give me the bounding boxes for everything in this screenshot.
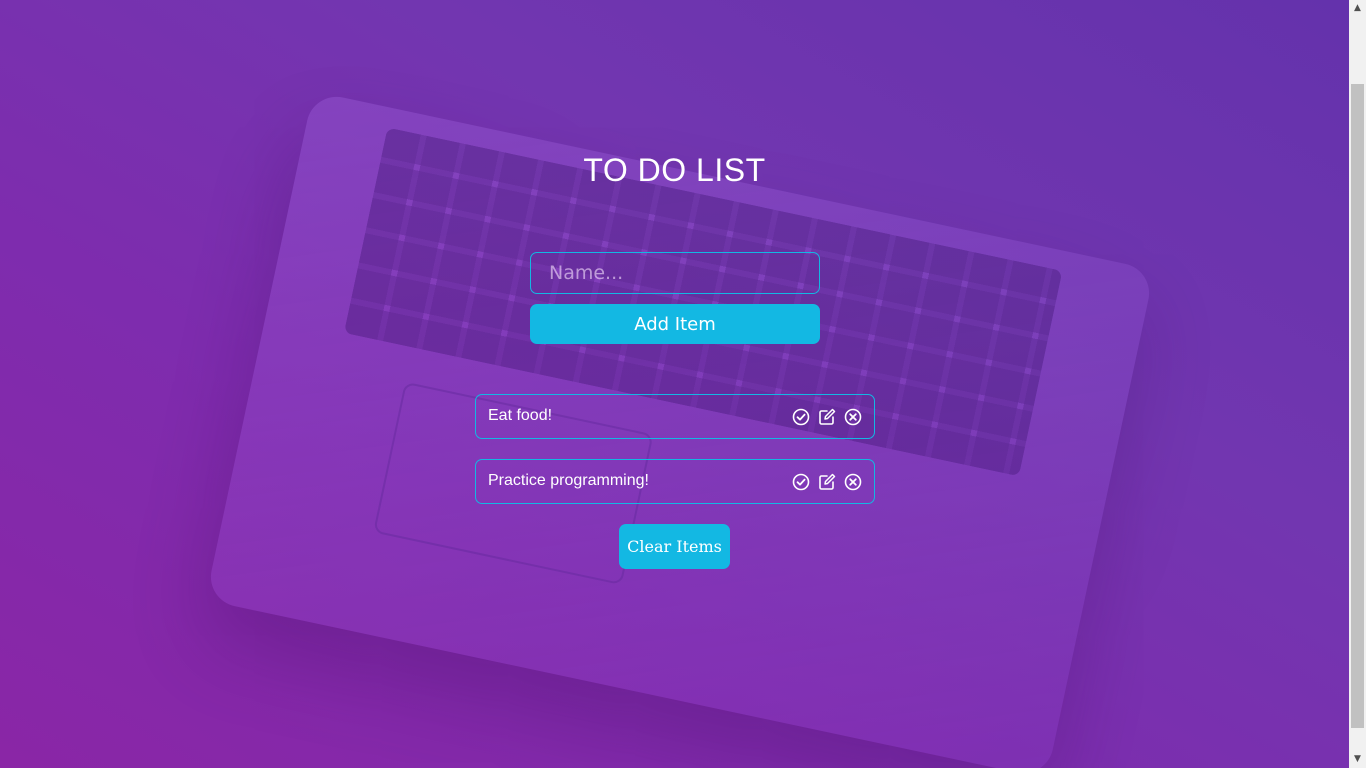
item-actions	[792, 408, 862, 426]
todo-list: Eat food! Practice programming!	[475, 394, 875, 524]
name-input[interactable]	[530, 252, 820, 294]
add-item-button[interactable]: Add Item	[530, 304, 820, 344]
close-circle-icon[interactable]	[844, 408, 862, 426]
item-text: Practice programming!	[488, 472, 649, 489]
item-actions	[792, 473, 862, 491]
check-circle-icon[interactable]	[792, 473, 810, 491]
edit-icon[interactable]	[818, 408, 836, 426]
vertical-scrollbar[interactable]: ▲ ▼	[1349, 0, 1366, 768]
scroll-up-icon[interactable]: ▲	[1349, 0, 1366, 17]
clear-items-button[interactable]: Clear Items	[619, 524, 730, 569]
close-circle-icon[interactable]	[844, 473, 862, 491]
list-item: Practice programming!	[475, 459, 875, 504]
check-circle-icon[interactable]	[792, 408, 810, 426]
item-text: Eat food!	[488, 407, 553, 424]
page-title: TO DO LIST	[583, 152, 766, 188]
list-item: Eat food!	[475, 394, 875, 439]
scroll-down-icon[interactable]: ▼	[1349, 751, 1366, 768]
scrollbar-thumb[interactable]	[1351, 84, 1364, 728]
edit-icon[interactable]	[818, 473, 836, 491]
todo-app: TO DO LIST Add Item Eat food!	[0, 0, 1349, 768]
